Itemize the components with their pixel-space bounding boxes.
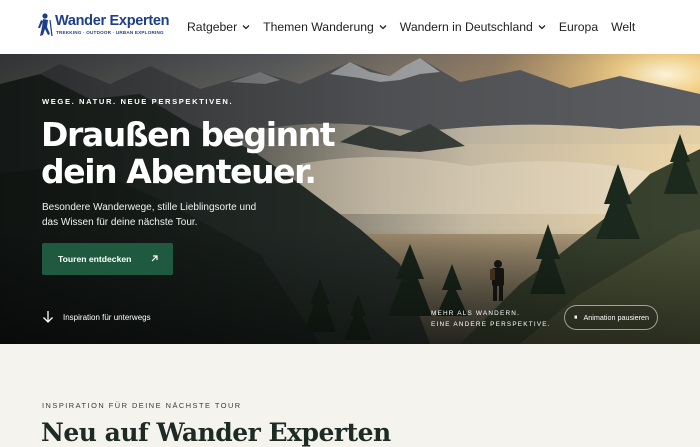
hero-section: WEGE. NATUR. NEUE PERSPEKTIVEN. Draußen …: [0, 54, 700, 344]
site-logo[interactable]: Wander Experten TREKKING · OUTDOOR · URB…: [35, 11, 170, 43]
scroll-hint-label: Inspiration für unterwegs: [63, 312, 151, 322]
section-eyebrow: INSPIRATION FÜR DEINE NÄCHSTE TOUR: [42, 401, 242, 410]
nav-item-ratgeber[interactable]: Ratgeber: [187, 20, 250, 34]
headline-line-1: Draußen beginnt: [41, 115, 336, 154]
pause-icon: ⏸: [574, 313, 578, 321]
section-title: Neu auf Wander Experten: [41, 418, 391, 447]
chevron-down-icon: [379, 25, 387, 30]
nav-item-label: Wandern in Deutschland: [399, 20, 533, 34]
nav-item-europa[interactable]: Europa: [559, 20, 598, 34]
chevron-down-icon: [538, 25, 546, 30]
logo-tagline: TREKKING · OUTDOOR · URBAN EXPLORING: [56, 30, 164, 35]
nav-item-label: Themen Wanderung: [263, 20, 374, 34]
pause-animation-button[interactable]: ⏸ Animation pausieren: [564, 305, 658, 330]
logo-title: Wander Experten: [55, 13, 170, 29]
scroll-hint-link[interactable]: Inspiration für unterwegs: [42, 310, 151, 324]
hero-headline: Draußen beginnt dein Abenteuer.: [41, 116, 361, 190]
hero-subline: Besondere Wanderwege, stille Lieblingsor…: [42, 200, 282, 230]
headline-line-2: dein Abenteuer.: [41, 152, 317, 191]
tagline-line-1: MEHR ALS WANDERN.: [431, 310, 521, 317]
nav-item-label: Welt: [611, 20, 636, 34]
site-header: Wander Experten TREKKING · OUTDOOR · URB…: [0, 0, 700, 54]
main-nav: Ratgeber Themen Wanderung Wandern in Deu…: [187, 18, 648, 36]
touren-entdecken-button[interactable]: Touren entdecken: [42, 243, 173, 275]
nav-item-welt[interactable]: Welt: [611, 20, 635, 34]
subline-line-2: das Wissen für deine nächste Tour.: [42, 217, 198, 228]
nav-item-themen-wanderung[interactable]: Themen Wanderung: [263, 20, 387, 34]
subline-line-1: Besondere Wanderwege, stille Lieblingsor…: [42, 202, 257, 213]
hero-tagline: MEHR ALS WANDERN. EINE ANDERE PERSPEKTIV…: [431, 308, 551, 330]
arrow-up-right-icon: [151, 255, 158, 262]
nav-item-wandern-in-deutschland[interactable]: Wandern in Deutschland: [400, 20, 546, 34]
nav-item-label: Ratgeber: [187, 20, 238, 34]
cta-label: Touren entdecken: [58, 254, 132, 264]
hiker-logo-icon: [38, 13, 53, 37]
arrow-down-icon: [43, 311, 53, 323]
pause-label: Animation pausieren: [583, 313, 650, 322]
tagline-line-2: EINE ANDERE PERSPEKTIVE.: [431, 321, 551, 328]
nav-item-label: Europa: [558, 20, 599, 34]
chevron-down-icon: [242, 25, 250, 30]
hero-eyebrow: WEGE. NATUR. NEUE PERSPEKTIVEN.: [42, 97, 234, 106]
